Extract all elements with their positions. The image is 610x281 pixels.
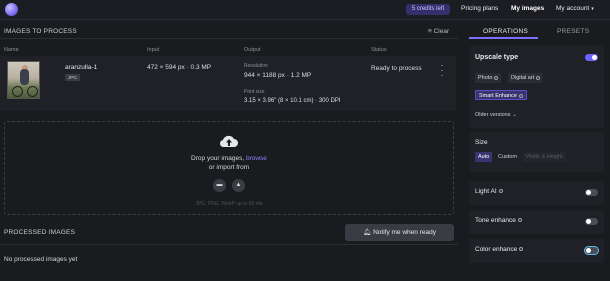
tone-enhance-title: Tone enhance [475,217,522,224]
top-bar: 5 credits left Pricing plans My images M… [0,0,610,20]
upscale-option-digital-art[interactable]: Digital art [508,73,544,83]
light-ai-title: Light AI [475,188,503,195]
folder-icon[interactable]: ▬ [213,179,226,192]
credits-badge[interactable]: 5 credits left [406,4,450,15]
print-size-label: Print size [244,89,265,95]
info-icon [536,75,541,80]
divider [0,244,458,245]
bell-icon: 🔔︎ [363,229,372,236]
output-resolution: 944 × 1188 px · 1.2 MP [244,72,312,79]
app-logo[interactable] [5,3,18,16]
tab-operations[interactable]: OPERATIONS [483,28,528,35]
col-output: Output [244,47,261,53]
more-options-icon[interactable]: · · · [440,61,444,80]
notify-label: Notify me when ready [373,229,436,236]
nav-my-account[interactable]: My account ▾ [556,5,594,12]
nav-my-images[interactable]: My images [511,5,544,12]
clear-label: Clear [433,28,450,35]
info-icon [498,189,503,194]
drop-text: Drop your images, [191,155,245,162]
upscale-option-smart-enhance[interactable]: Smart Enhance [475,90,527,100]
print-size: 3.15 × 3.96" (8 × 10.1 cm) · 300 DPI [244,98,341,104]
my-account-label: My account [556,5,590,12]
info-icon [519,247,524,252]
input-size: 472 × 594 px · 0.3 MP [147,64,212,71]
tab-presets[interactable]: PRESETS [557,28,589,35]
image-thumbnail[interactable] [7,61,40,99]
col-status: Status [371,47,387,53]
clear-button[interactable]: ≡ Clear [428,28,449,35]
browse-link[interactable]: browse [246,155,267,162]
file-name: aranzulla-1 [65,64,98,71]
empty-state: No processed images yet [4,256,78,263]
active-tab-indicator [469,37,538,39]
clear-icon: ≡ [428,28,432,35]
size-title: Size [475,139,488,146]
upscale-option-photo[interactable]: Photo [475,73,502,83]
col-name: Name [4,47,19,53]
file-type-badge: JPG [65,74,80,81]
status-text: Ready to process [371,65,422,72]
chevron-down-icon: ▾ [591,6,594,12]
color-enhance-toggle[interactable] [585,247,598,254]
tone-enhance-toggle[interactable] [585,218,598,225]
info-icon [517,218,522,223]
upscale-toggle[interactable] [585,54,598,61]
color-enhance-title: Color enhance [475,246,524,253]
notify-button[interactable]: 🔔︎ Notify me when ready [345,224,454,241]
light-ai-toggle[interactable] [585,189,598,196]
processed-images-title: PROCESSED IMAGES [4,229,76,236]
upscale-title: Upscale type [475,54,519,61]
older-versions-dropdown[interactable]: Older versions ⌄ [475,112,517,118]
info-icon [494,75,499,80]
chevron-down-icon: ⌄ [512,112,517,118]
upload-cloud-icon [219,135,238,148]
divider [0,38,458,39]
import-text: or import from [208,164,250,171]
info-icon [518,93,523,98]
images-to-process-title: IMAGES TO PROCESS [4,28,77,35]
size-auto[interactable]: Auto [475,152,493,162]
file-type-hint: JPG, PNG, WebP up to 50 mb [195,201,263,207]
google-drive-icon[interactable]: ▲ [232,179,245,192]
drop-instructions: Drop your images, browse [0,155,458,162]
size-width-height[interactable]: Width & Height [523,152,566,162]
size-custom[interactable]: Custom [495,152,520,162]
nav-pricing[interactable]: Pricing plans [461,5,498,12]
resolution-label: Resolution [244,63,268,69]
col-input: Input [147,47,160,53]
